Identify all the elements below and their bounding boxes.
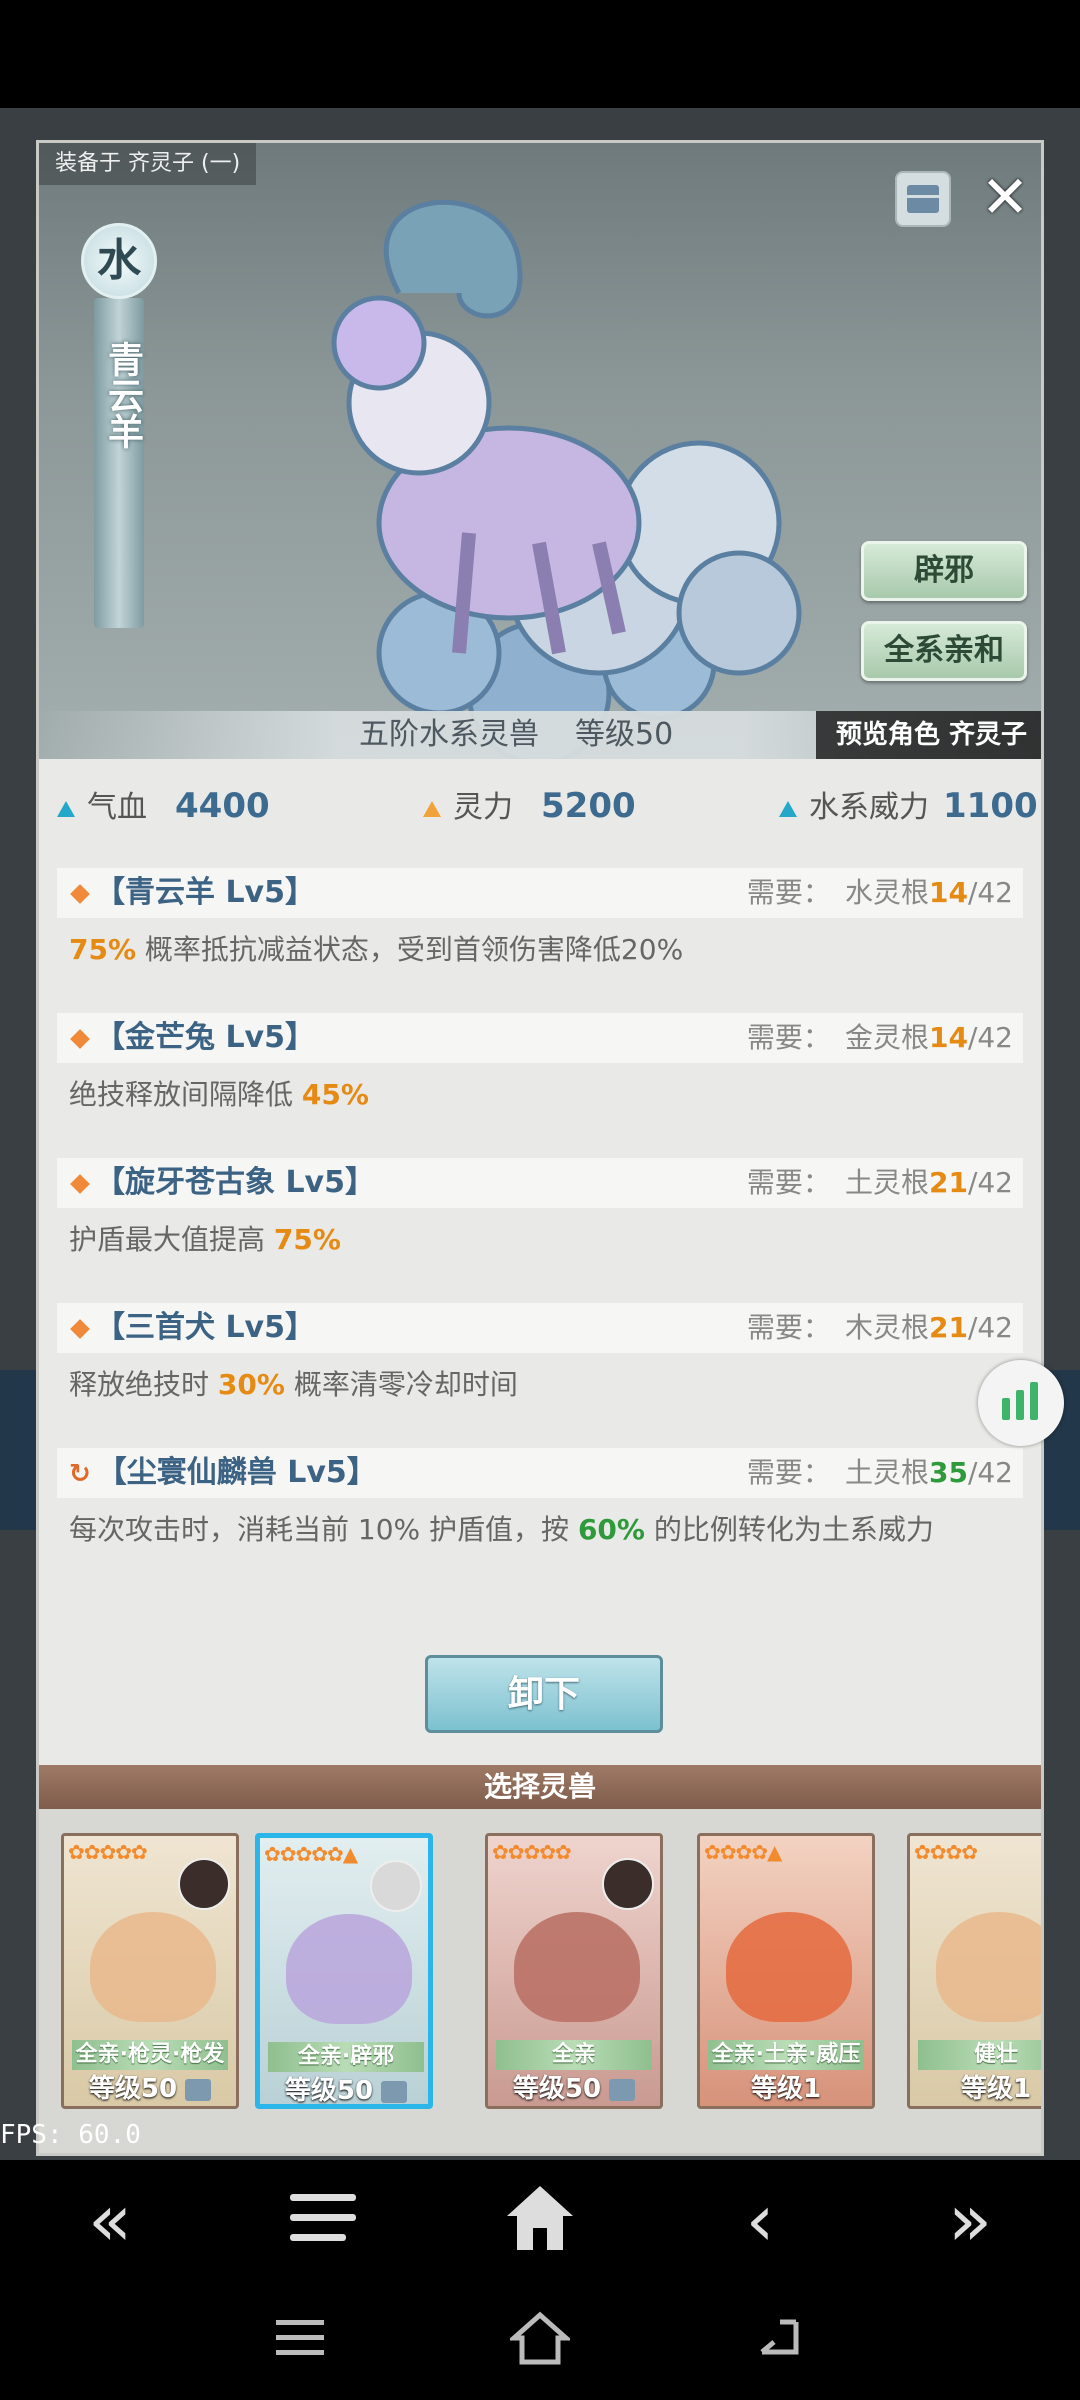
stat-spirit: 灵力 5200 — [423, 781, 636, 831]
beast-level: 等级50 — [575, 717, 674, 752]
star-rating: ✿✿✿✿✿ — [68, 1840, 148, 1864]
skill-name: ↻ 【尘寰仙麟兽 Lv5】 — [69, 1455, 377, 1490]
skill-requirement: 需要： 土灵根21/42 — [746, 1166, 1013, 1199]
skill-row: ↻ 【尘寰仙麟兽 Lv5】 需要： 土灵根35/42 — [57, 1448, 1023, 1498]
beast-level: 等级50 — [260, 2074, 428, 2104]
bar-chart-icon — [1002, 1398, 1010, 1420]
beast-trait: 全亲·辟邪 — [268, 2042, 424, 2072]
skill-description: 每次攻击时，消耗当前 10% 护盾值，按 60% 的比例转化为土系威力 — [69, 1513, 934, 1546]
skill-name: 【旋牙苍古象 Lv5】 — [69, 1158, 375, 1208]
home-icon[interactable] — [505, 2182, 575, 2254]
beast-level: 等级1 — [960, 2074, 1032, 2104]
skill-row: 【三首犬 Lv5】 需要： 木灵根21/42 — [57, 1303, 1023, 1353]
skill-requirement: 需要： 金灵根14/42 — [746, 1021, 1013, 1054]
diamond-icon — [70, 1318, 90, 1339]
triangle-icon — [779, 800, 797, 817]
beast-portrait — [286, 1914, 412, 2024]
beast-hero-art: 装备于 齐灵子 (一) 水 青云羊 ✕ 辟邪 全系亲和 五阶水系灵兽 等级50 预… — [39, 143, 1041, 759]
system-home-icon[interactable] — [510, 2310, 570, 2366]
menu-icon[interactable] — [290, 2190, 356, 2246]
diamond-icon — [70, 883, 90, 904]
beast-portrait — [90, 1912, 216, 2022]
skill-description: 75% 概率抵抗减益状态，受到首领伤害降低20% — [69, 933, 684, 966]
diamond-icon — [70, 1028, 90, 1049]
beast-card[interactable]: ✿✿✿✿✿ 全亲 等级50 — [485, 1833, 663, 2109]
beast-portrait — [514, 1912, 640, 2022]
beast-level: 等级50 — [488, 2072, 660, 2106]
owner-avatar — [370, 1860, 422, 1912]
beast-trait: 全亲 — [496, 2040, 652, 2070]
tag-all-affinity[interactable]: 全系亲和 — [861, 621, 1027, 681]
star-rating: ✿✿✿✿✿ — [492, 1840, 572, 1864]
beast-card-selected[interactable]: ✿✿✿✿✿▲ 全亲·辟邪 等级50 — [255, 1833, 433, 2109]
chest-icon — [609, 2078, 636, 2101]
skill-row: 【旋牙苍古象 Lv5】 需要： 土灵根21/42 — [57, 1158, 1023, 1208]
skill-requirement: 需要： 木灵根21/42 — [746, 1311, 1013, 1344]
beast-portrait — [936, 1912, 1041, 2022]
owner-avatar — [602, 1858, 654, 1910]
beast-trait: 全亲·土亲·威压 — [708, 2040, 864, 2070]
beast-level: 等级1 — [750, 2074, 822, 2104]
skill-requirement: 需要： 土灵根35/42 — [746, 1456, 1013, 1489]
star-rating: ✿✿✿✿▲ — [704, 1840, 782, 1864]
equipped-on-label: 装备于 齐灵子 (一) — [39, 143, 257, 185]
background-panel-left — [0, 1370, 40, 1530]
skill-name: 【青云羊 Lv5】 — [69, 868, 315, 918]
beast-card[interactable]: ✿✿✿✿▲ 全亲·土亲·威压 等级1 — [697, 1833, 875, 2109]
beast-card[interactable]: ✿✿✿✿✿ 全亲·枪灵·枪发 等级50 — [61, 1833, 239, 2109]
tier-and-level: 五阶水系灵兽 等级50 — [359, 711, 709, 759]
chest-icon — [381, 2080, 408, 2103]
skill-name: 【金芒兔 Lv5】 — [69, 1013, 315, 1063]
skill-name: 【三首犬 Lv5】 — [69, 1303, 315, 1353]
spirit-beast-panel: 装备于 齐灵子 (一) 水 青云羊 ✕ 辟邪 全系亲和 五阶水系灵兽 等级50 预… — [36, 140, 1044, 2156]
stat-hp: 气血 4400 — [57, 781, 270, 831]
skill-row: 【金芒兔 Lv5】 需要： 金灵根14/42 — [57, 1013, 1023, 1063]
skill-requirement: 需要： 水灵根14/42 — [746, 876, 1013, 909]
unequip-button[interactable]: 卸下 — [425, 1655, 663, 1733]
beast-name: 青云羊 — [102, 341, 144, 449]
back-chevron-icon[interactable]: ‹ — [720, 2180, 800, 2260]
beast-trait: 全亲·枪灵·枪发 — [72, 2040, 228, 2070]
beast-card[interactable]: ✿✿✿✿ 健壮 等级1 — [907, 1833, 1041, 2109]
recent-apps-icon[interactable] — [276, 2318, 324, 2358]
owner-avatar — [178, 1858, 230, 1910]
skill-description: 护盾最大值提高 75% — [69, 1223, 341, 1256]
triangle-icon — [57, 800, 75, 817]
beast-tier: 五阶水系灵兽 — [359, 717, 539, 752]
double-left-chevron-icon[interactable]: « — [70, 2180, 150, 2260]
star-rating: ✿✿✿✿ — [914, 1840, 978, 1864]
select-beast-header: 选择灵兽 — [39, 1765, 1041, 1809]
beast-trait: 健壮 — [918, 2040, 1041, 2070]
tag-ward-evil[interactable]: 辟邪 — [861, 541, 1027, 601]
close-icon[interactable]: ✕ — [975, 167, 1035, 227]
performance-stats-button[interactable] — [978, 1360, 1064, 1446]
fps-counter: FPS: 60.0 — [0, 2120, 141, 2150]
star-rating: ✿✿✿✿✿▲ — [264, 1842, 358, 1866]
skill-row: 【青云羊 Lv5】 需要： 水灵根14/42 — [57, 868, 1023, 918]
beast-level: 等级50 — [64, 2072, 236, 2106]
diamond-icon — [70, 1173, 90, 1194]
triangle-icon — [423, 800, 441, 817]
double-right-chevron-icon[interactable]: » — [930, 2180, 1010, 2260]
stat-water-power: 水系威力 1100 — [779, 781, 1038, 831]
bar-chart-icon — [1030, 1382, 1038, 1420]
bar-chart-icon — [1016, 1390, 1024, 1420]
storage-chest-icon[interactable] — [895, 171, 951, 227]
beast-portrait — [726, 1912, 852, 2022]
water-element-badge: 水 — [81, 223, 157, 299]
skill-description: 释放绝技时 30% 概率清零冷却时间 — [69, 1368, 518, 1401]
preview-character[interactable]: 预览角色 齐灵子 — [815, 711, 1041, 759]
chest-icon — [185, 2078, 212, 2101]
cycle-icon: ↻ — [69, 1459, 91, 1489]
system-back-icon[interactable] — [752, 2312, 806, 2362]
skill-description: 绝技释放间隔降低 45% — [69, 1078, 369, 1111]
